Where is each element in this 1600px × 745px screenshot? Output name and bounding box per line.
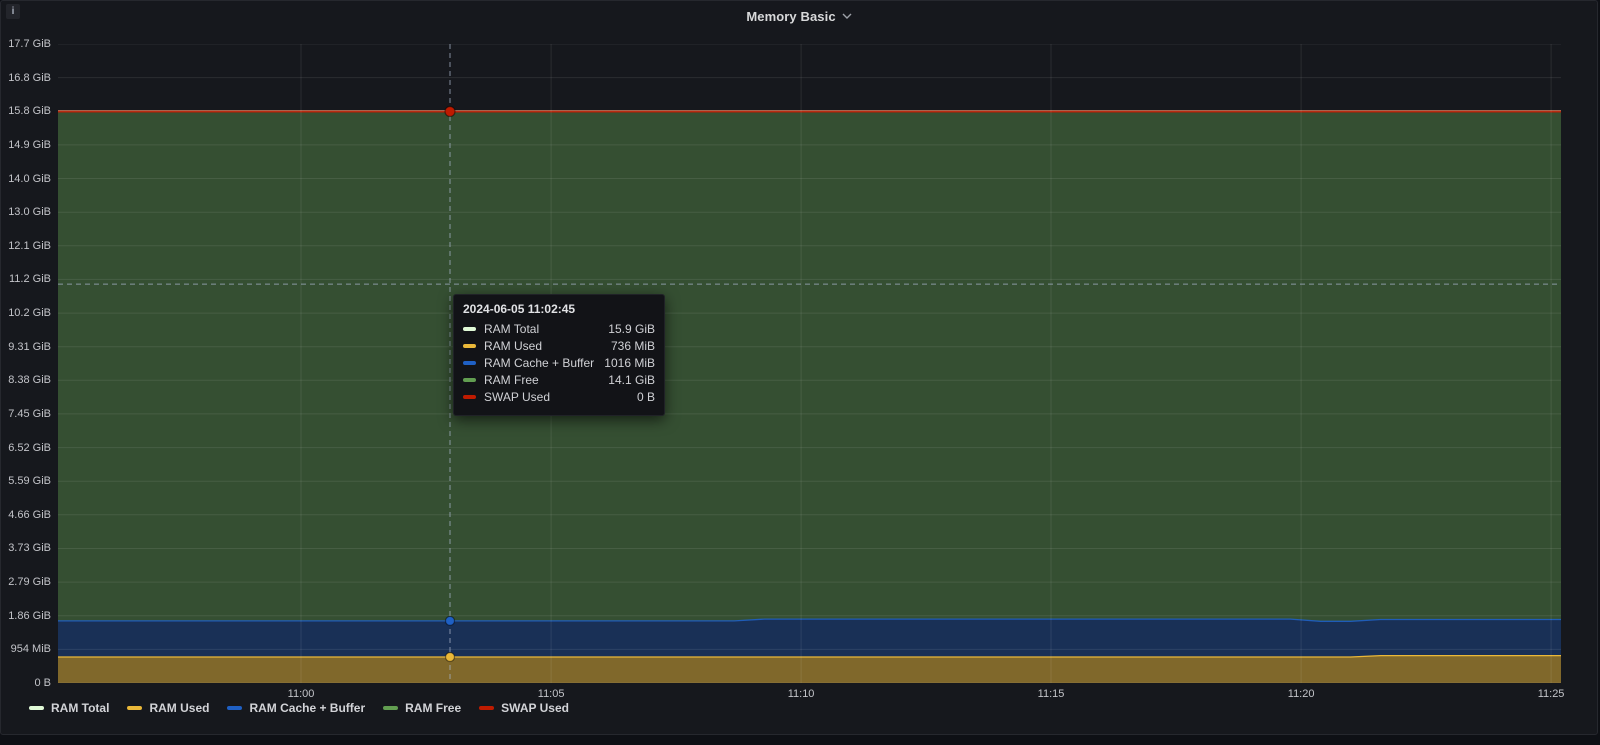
- x-axis-label: 11:05: [519, 688, 583, 700]
- tooltip-value-swap-used: 0 B: [637, 390, 655, 404]
- y-axis-label: 2.79 GiB: [1, 576, 51, 589]
- x-axis-label: 11:10: [769, 688, 833, 700]
- chart-canvas: [58, 44, 1561, 683]
- y-axis-label: 0 B: [1, 677, 51, 690]
- tooltip-row-swap-used: SWAP Used 0 B: [463, 390, 655, 404]
- tooltip-value-ram-used: 736 MiB: [611, 339, 655, 353]
- tooltip-swatch-ram-free: [463, 378, 476, 382]
- tooltip-row-ram-used: RAM Used 736 MiB: [463, 339, 655, 353]
- tooltip-row-ram-free: RAM Free 14.1 GiB: [463, 373, 655, 387]
- x-axis-label: 11:15: [1019, 688, 1083, 700]
- tooltip-value-ram-cache-buffer: 1016 MiB: [604, 356, 655, 370]
- tooltip-swatch-ram-used: [463, 344, 476, 348]
- tooltip-row-ram-total: RAM Total 15.9 GiB: [463, 322, 655, 336]
- legend-item-ram-free[interactable]: RAM Free: [383, 701, 461, 715]
- x-axis-label: 11:25: [1519, 688, 1583, 700]
- y-axis-label: 11.2 GiB: [1, 273, 51, 286]
- plot-area[interactable]: 2024-06-05 11:02:45 RAM Total15.9 GiBRAM…: [58, 44, 1561, 683]
- legend-label-ram-used: RAM Used: [149, 701, 209, 715]
- tooltip-label-ram-total: RAM Total: [484, 322, 598, 336]
- tooltip-label-ram-cache-buffer: RAM Cache + Buffer: [484, 356, 594, 370]
- legend-swatch-swap-used: [479, 706, 494, 710]
- y-axis-label: 15.8 GiB: [1, 105, 51, 118]
- y-axis-label: 5.59 GiB: [1, 475, 51, 488]
- y-axis-label: 1.86 GiB: [1, 610, 51, 623]
- marker-swap-used: [445, 107, 455, 117]
- y-axis-label: 9.31 GiB: [1, 341, 51, 354]
- legend-label-ram-total: RAM Total: [51, 701, 109, 715]
- x-axis-label: 11:20: [1269, 688, 1333, 700]
- tooltip-label-ram-used: RAM Used: [484, 339, 601, 353]
- legend-item-ram-used[interactable]: RAM Used: [127, 701, 209, 715]
- dashboard-page: i Memory Basic 0 B954 MiB1.86 GiB2.79 Gi…: [0, 0, 1600, 745]
- legend-label-swap-used: SWAP Used: [501, 701, 569, 715]
- tooltip-label-swap-used: SWAP Used: [484, 390, 627, 404]
- chevron-down-icon: [842, 13, 852, 19]
- legend-item-ram-total[interactable]: RAM Total: [29, 701, 109, 715]
- y-axis-label: 12.1 GiB: [1, 240, 51, 253]
- legend-swatch-ram-cache-buffer: [227, 706, 242, 710]
- legend-swatch-ram-used: [127, 706, 142, 710]
- tooltip-row-ram-cache-buffer: RAM Cache + Buffer 1016 MiB: [463, 356, 655, 370]
- tooltip-label-ram-free: RAM Free: [484, 373, 598, 387]
- y-axis-label: 954 MiB: [1, 643, 51, 656]
- tooltip-rows: RAM Total 15.9 GiB RAM Used 736 MiB RAM Cach…: [463, 322, 655, 404]
- tooltip-swatch-swap-used: [463, 395, 476, 399]
- y-axis: 0 B954 MiB1.86 GiB2.79 GiB3.73 GiB4.66 G…: [1, 44, 51, 683]
- legend-label-ram-free: RAM Free: [405, 701, 461, 715]
- y-axis-label: 14.9 GiB: [1, 139, 51, 152]
- y-axis-label: 7.45 GiB: [1, 408, 51, 421]
- tooltip-value-ram-total: 15.9 GiB: [608, 322, 655, 336]
- legend-item-swap-used[interactable]: SWAP Used: [479, 701, 569, 715]
- y-axis-label: 14.0 GiB: [1, 173, 51, 186]
- y-axis-label: 17.7 GiB: [1, 38, 51, 51]
- chart-legend: RAM Total RAM Used RAM Cache + Buffer RAM F…: [29, 701, 569, 715]
- panel-title: Memory Basic: [746, 9, 835, 24]
- chart-tooltip: 2024-06-05 11:02:45 RAM Total15.9 GiBRAM…: [453, 294, 665, 416]
- legend-swatch-ram-total: [29, 706, 44, 710]
- legend-item-ram-cache-buffer[interactable]: RAM Cache + Buffer: [227, 701, 365, 715]
- x-axis: 11:0011:0511:1011:1511:2011:25: [58, 688, 1561, 702]
- tooltip-timestamp: 2024-06-05 11:02:45: [463, 302, 655, 316]
- marker-ram-cache-buffer: [446, 616, 455, 625]
- tooltip-swatch-ram-cache-buffer: [463, 361, 476, 365]
- y-axis-label: 3.73 GiB: [1, 542, 51, 555]
- tooltip-swatch-ram-total: [463, 327, 476, 331]
- legend-label-ram-cache-buffer: RAM Cache + Buffer: [249, 701, 365, 715]
- y-axis-label: 8.38 GiB: [1, 374, 51, 387]
- panel-header[interactable]: Memory Basic: [1, 1, 1597, 31]
- y-axis-label: 16.8 GiB: [1, 72, 51, 85]
- legend-swatch-ram-free: [383, 706, 398, 710]
- marker-ram-used: [446, 653, 455, 662]
- area-ram-used: [58, 656, 1561, 683]
- area-ram-cache-buffer: [58, 619, 1561, 657]
- area-ram-free: [58, 112, 1561, 622]
- y-axis-label: 10.2 GiB: [1, 307, 51, 320]
- y-axis-label: 13.0 GiB: [1, 206, 51, 219]
- memory-basic-panel: i Memory Basic 0 B954 MiB1.86 GiB2.79 Gi…: [0, 0, 1598, 735]
- x-axis-label: 11:00: [269, 688, 333, 700]
- tooltip-value-ram-free: 14.1 GiB: [608, 373, 655, 387]
- y-axis-label: 6.52 GiB: [1, 442, 51, 455]
- y-axis-label: 4.66 GiB: [1, 509, 51, 522]
